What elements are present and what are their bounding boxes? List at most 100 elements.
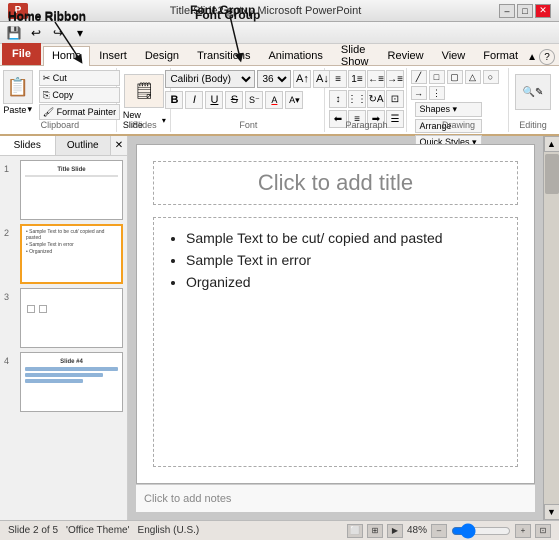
slide-thumbnail[interactable]: Slide #4 (20, 352, 123, 412)
paste-button[interactable]: 📋 Paste ▾ (0, 70, 36, 115)
scroll-up-button[interactable]: ▲ (544, 136, 559, 152)
paste-icon: 📋 (3, 70, 33, 104)
font-row-1: Calibri (Body) 36 A↑ A↓ (165, 70, 331, 88)
triangle-shape[interactable]: △ (465, 70, 481, 84)
tab-review[interactable]: Review (379, 45, 433, 65)
tab-animations[interactable]: Animations (259, 45, 331, 65)
normal-view-button[interactable]: ⬜ (347, 524, 363, 538)
increase-font-size-button[interactable]: A↑ (293, 70, 311, 88)
fit-slide-button[interactable]: ⊡ (535, 524, 551, 538)
tab-slides[interactable]: Slides (0, 136, 56, 155)
numbering-button[interactable]: 1≡ (348, 70, 366, 88)
font-highlight-button[interactable]: A▾ (285, 91, 303, 109)
editing-button[interactable]: 🔍✎ (513, 74, 553, 110)
zoom-out-button[interactable]: – (431, 524, 447, 538)
paragraph-label: Paragraph (327, 120, 406, 130)
notes-area[interactable]: Click to add notes (136, 484, 535, 512)
editing-icon: 🔍✎ (515, 74, 551, 110)
tab-design[interactable]: Design (136, 45, 188, 65)
slide-thumbnail[interactable] (20, 288, 123, 348)
drawing-label: Drawing (409, 120, 508, 130)
copy-button[interactable]: ⎘ Copy (39, 87, 120, 103)
decrease-indent-button[interactable]: ←≡ (367, 70, 385, 88)
tab-transitions[interactable]: Transitions (188, 45, 259, 65)
slide-thumbnails: 1 Title Slide 2 • Sample Text to be cut/… (0, 156, 127, 520)
slide-preview-label: Slide #4 (23, 359, 120, 365)
zoom-level: 48% (407, 525, 427, 536)
circle-shape[interactable]: ○ (483, 70, 499, 84)
slide-number: 4 (4, 352, 16, 366)
arrow-shape[interactable]: → (411, 86, 427, 100)
scroll-down-button[interactable]: ▼ (544, 504, 559, 520)
tab-outline[interactable]: Outline (56, 136, 112, 155)
new-slide-icon[interactable]: 🗒 (124, 74, 164, 108)
status-bar: Slide 2 of 5 'Office Theme' English (U.S… (0, 520, 559, 540)
ribbon-collapse[interactable]: ▲ (527, 52, 537, 63)
line-spacing-button[interactable]: ↕ (329, 90, 347, 108)
slide-editing-area: Click to add title Sample Text to be cut… (128, 136, 543, 520)
font-name-select[interactable]: Calibri (Body) (165, 70, 255, 88)
title-bar: P Title Slide2.pptx - Microsoft PowerPoi… (0, 0, 559, 22)
slides-group: 🗒 New Slide ▾ Slides (119, 68, 171, 132)
save-button[interactable]: 💾 (4, 24, 24, 42)
shapes-more[interactable]: ⋮ (429, 86, 445, 100)
slide-preview-line (25, 379, 83, 383)
columns-button[interactable]: ⋮⋮ (348, 90, 366, 108)
redo-button[interactable]: ↪ (48, 24, 68, 42)
shapes-button[interactable]: Shapes ▾ (415, 102, 482, 117)
quick-access-dropdown[interactable]: ▾ (70, 24, 90, 42)
strikethrough-button[interactable]: S (225, 91, 243, 109)
underline-button[interactable]: U (205, 91, 223, 109)
zoom-in-button[interactable]: + (515, 524, 531, 538)
paste-dropdown[interactable]: ▾ (27, 104, 32, 115)
font-size-select[interactable]: 36 (257, 70, 291, 88)
rounded-rect-shape[interactable]: ▢ (447, 70, 463, 84)
align-text-button[interactable]: ⊡ (386, 90, 404, 108)
window-controls[interactable]: – □ ✕ (499, 4, 551, 18)
panel-tabs: Slides Outline ✕ (0, 136, 127, 156)
slide-info: Slide 2 of 5 (8, 525, 58, 536)
slide-preview-line (25, 373, 103, 377)
tab-insert[interactable]: Insert (90, 45, 136, 65)
italic-button[interactable]: I (185, 91, 203, 109)
slide-thumbnail[interactable]: Title Slide (20, 160, 123, 220)
slide-thumbnail[interactable]: • Sample Text to be cut/ copied and past… (20, 224, 123, 284)
slides-label: Slides (119, 120, 170, 130)
scroll-thumb[interactable] (545, 154, 559, 194)
close-button[interactable]: ✕ (535, 4, 551, 18)
format-painter-button[interactable]: 🖌 Format Painter (39, 104, 120, 120)
bullets-button[interactable]: ≡ (329, 70, 347, 88)
zoom-slider[interactable] (451, 526, 511, 536)
text-direction-button[interactable]: ↻A (367, 90, 385, 108)
font-color-button[interactable]: A (265, 91, 283, 109)
title-placeholder[interactable]: Click to add title (153, 161, 518, 205)
slideshow-button[interactable]: ▶ (387, 524, 403, 538)
rect-shape[interactable]: □ (429, 70, 445, 84)
slide-number: 3 (4, 288, 16, 302)
list-item: Organized (186, 274, 505, 290)
minimize-button[interactable]: – (499, 4, 515, 18)
clipboard-group: 📋 Paste ▾ ✂ Cut ⎘ Copy 🖌 Format Painter … (4, 68, 117, 132)
slide-preview-text: • Sample Text to be cut/ copied and past… (26, 229, 117, 241)
scroll-track[interactable] (545, 152, 559, 504)
undo-button[interactable]: ↩ (26, 24, 46, 42)
tab-file[interactable]: File (2, 43, 41, 65)
tab-format[interactable]: Format (474, 45, 527, 65)
slide-preview-text: • Sample Text in error (26, 242, 117, 248)
quick-access-toolbar: 💾 ↩ ↪ ▾ (0, 22, 559, 44)
tab-home[interactable]: Home (43, 46, 90, 66)
font-row-2: B I U S S⁻ A A▾ (165, 91, 303, 109)
bold-button[interactable]: B (165, 91, 183, 109)
shadow-button[interactable]: S⁻ (245, 91, 263, 109)
slide-canvas[interactable]: Click to add title Sample Text to be cut… (136, 144, 535, 484)
vertical-scrollbar[interactable]: ▲ ▼ (543, 136, 559, 520)
tab-view[interactable]: View (433, 45, 475, 65)
tab-slideshow[interactable]: Slide Show (332, 45, 379, 65)
content-placeholder[interactable]: Sample Text to be cut/ copied and pasted… (153, 217, 518, 467)
maximize-button[interactable]: □ (517, 4, 533, 18)
help-button[interactable]: ? (539, 49, 555, 65)
increase-indent-button[interactable]: →≡ (386, 70, 404, 88)
cut-button[interactable]: ✂ Cut (39, 70, 120, 86)
line-shape[interactable]: ╱ (411, 70, 427, 84)
slide-sorter-button[interactable]: ⊞ (367, 524, 383, 538)
